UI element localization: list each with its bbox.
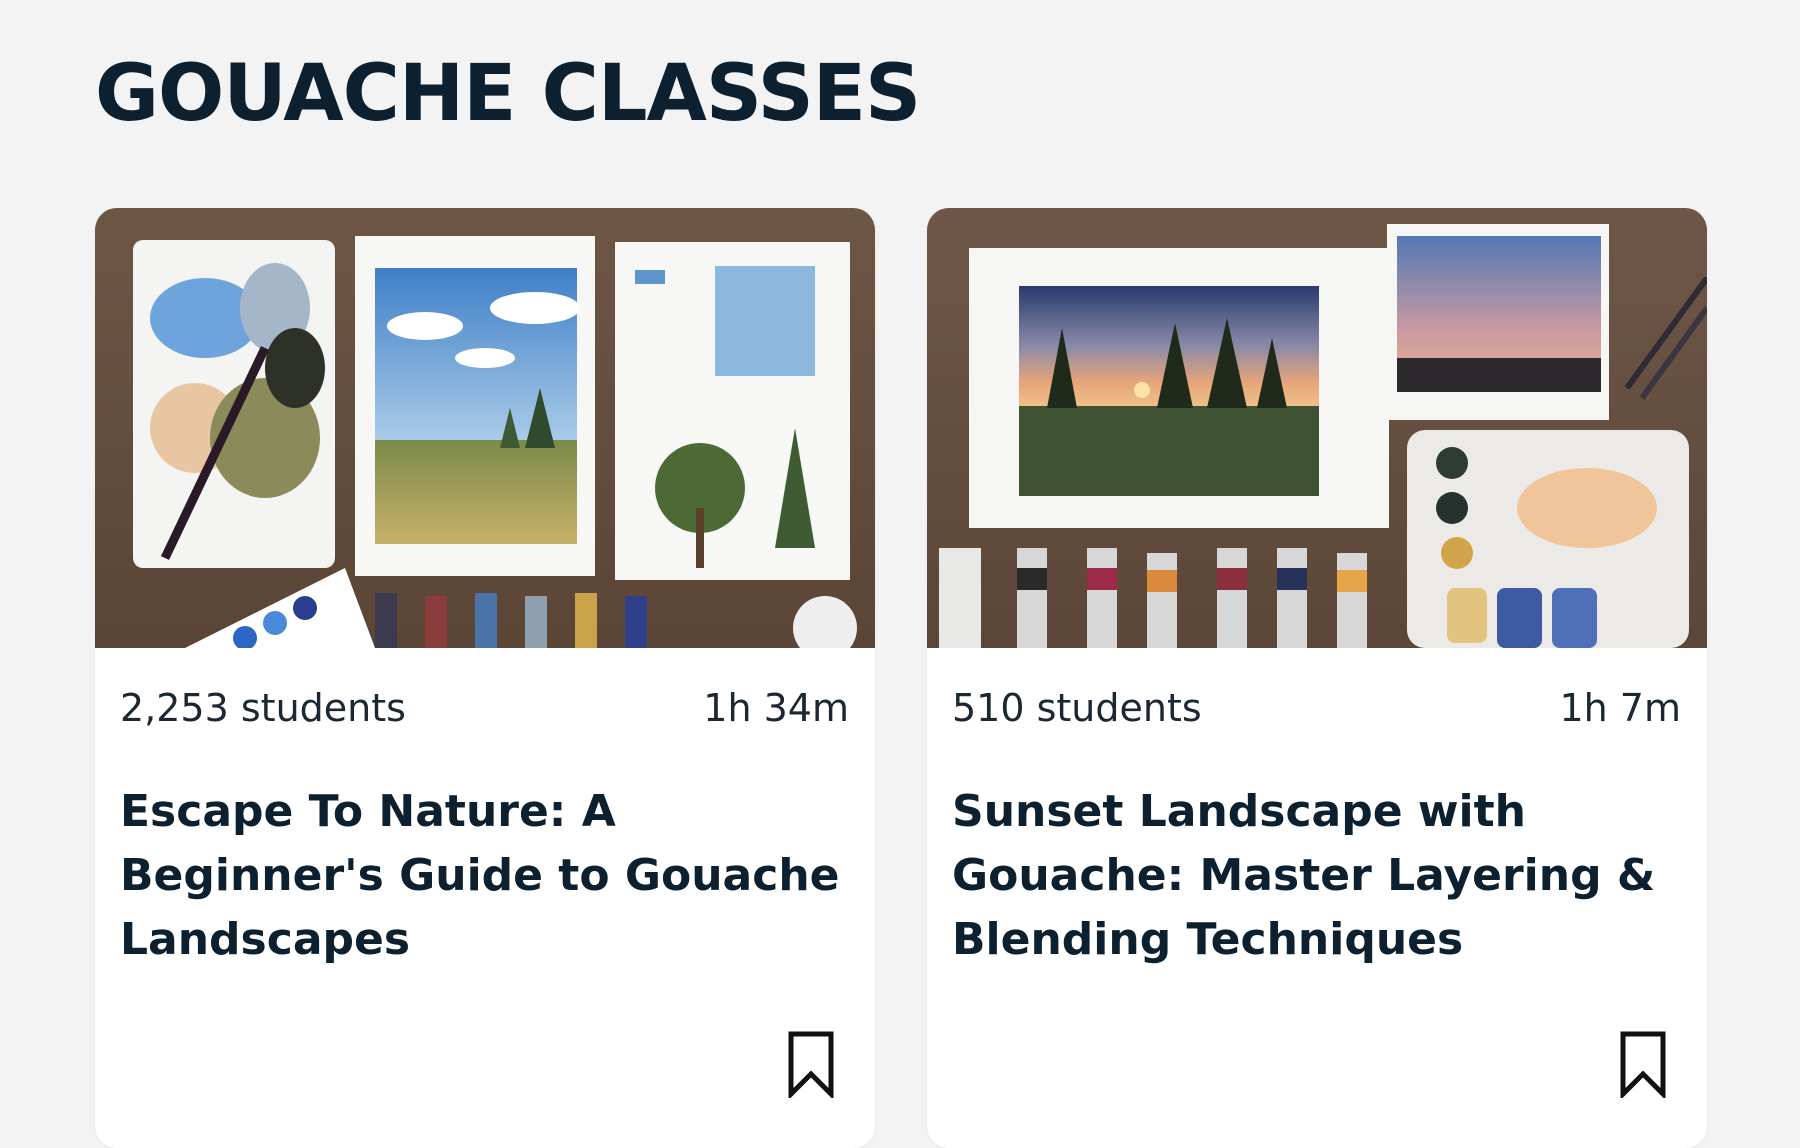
- thumbnail-illustration: [927, 208, 1707, 648]
- class-title[interactable]: Sunset Landscape with Gouache: Master La…: [952, 780, 1682, 972]
- thumbnail-illustration: [95, 208, 875, 648]
- page-title: GOUACHE CLASSES: [95, 49, 921, 139]
- bookmark-icon: [788, 1031, 834, 1101]
- bookmark-button[interactable]: [787, 1030, 835, 1101]
- class-card[interactable]: 510 students 1h 7m Sunset Landscape with…: [927, 208, 1707, 1148]
- student-count: 510 students: [952, 686, 1202, 730]
- class-thumbnail[interactable]: [95, 208, 875, 648]
- class-duration: 1h 34m: [703, 686, 849, 730]
- bookmark-button[interactable]: [1619, 1030, 1667, 1101]
- bookmark-icon: [1620, 1031, 1666, 1101]
- class-title[interactable]: Escape To Nature: A Beginner's Guide to …: [120, 780, 850, 972]
- student-count: 2,253 students: [120, 686, 406, 730]
- class-card[interactable]: 2,253 students 1h 34m Escape To Nature: …: [95, 208, 875, 1148]
- class-thumbnail[interactable]: [927, 208, 1707, 648]
- class-duration: 1h 7m: [1559, 686, 1681, 730]
